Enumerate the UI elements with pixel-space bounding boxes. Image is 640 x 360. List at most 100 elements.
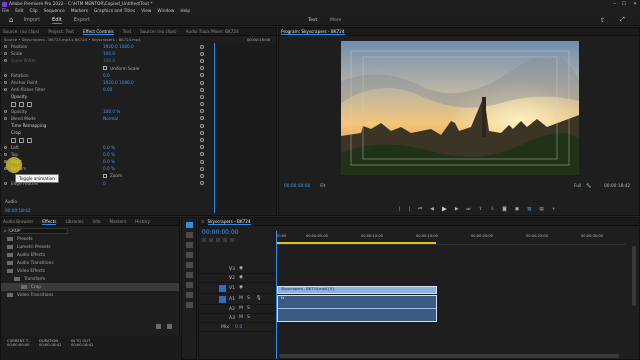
reset-icon[interactable]	[200, 181, 204, 186]
property-row[interactable]: Opacity	[1, 93, 211, 100]
safe-margins-icon[interactable]: ▣	[515, 207, 519, 212]
workspace-import[interactable]: Import	[23, 17, 40, 23]
close-button[interactable]: ✕	[633, 2, 637, 7]
extract-icon[interactable]: ⇩	[490, 207, 494, 212]
razor-tool-icon[interactable]	[185, 252, 193, 258]
ripple-edit-tool-icon[interactable]	[185, 242, 193, 248]
property-row[interactable]: Rotation 0.0	[1, 72, 211, 79]
reset-icon[interactable]	[200, 44, 204, 49]
property-value[interactable]: 0.0	[103, 73, 110, 78]
effects-tree-item[interactable]: Audio Transitions	[1, 259, 179, 267]
tab-effect-controls[interactable]: Effect Controls	[82, 29, 114, 35]
stopwatch-icon[interactable]	[4, 81, 7, 85]
stopwatch-icon[interactable]	[4, 88, 7, 92]
mute-icon[interactable]: M	[239, 296, 243, 301]
solo-icon[interactable]: S	[247, 306, 250, 311]
property-row[interactable]	[1, 136, 211, 143]
track-v2[interactable]: V2 ◉	[199, 274, 275, 283]
effects-search-input[interactable]	[8, 227, 69, 234]
pen-mask-icon[interactable]	[27, 137, 32, 143]
stopwatch-icon[interactable]	[4, 181, 7, 185]
export-frame-icon[interactable]: ◙	[502, 207, 506, 212]
stopwatch-icon[interactable]	[4, 73, 7, 77]
delete-icon[interactable]	[167, 324, 173, 329]
reset-icon[interactable]	[200, 58, 204, 63]
fullscreen-icon[interactable]: ⤢	[620, 16, 625, 24]
workspace-edit[interactable]: Edit	[52, 17, 62, 24]
track-select-tool-icon[interactable]	[185, 232, 193, 238]
tab-source-2[interactable]: Source: (no clips)	[140, 29, 176, 34]
property-row[interactable]: Time Remapping	[1, 122, 211, 129]
property-row[interactable]: Left 0.0 %	[1, 144, 211, 151]
reset-icon[interactable]	[200, 51, 204, 56]
property-row[interactable]: Uniform Scale	[1, 65, 211, 72]
property-row[interactable]: Blend Mode Normal	[1, 115, 211, 122]
stopwatch-icon[interactable]	[4, 109, 7, 113]
effects-tree-item[interactable]: Lumetri Presets	[1, 243, 179, 251]
property-value[interactable]: 0	[103, 181, 106, 186]
property-row[interactable]: Top 0.0 %	[1, 151, 211, 158]
property-row[interactable]: Anchor Point 1920.0 1080.0	[1, 79, 211, 86]
prev-frame-icon[interactable]: ◀	[430, 207, 434, 212]
solo-icon[interactable]: S	[247, 315, 250, 320]
property-row[interactable]: Scale Width 100.0	[1, 57, 211, 64]
property-value[interactable]: 0.0 %	[103, 166, 115, 171]
section-header[interactable]: Opacity	[11, 94, 27, 99]
reset-icon[interactable]	[200, 159, 204, 164]
track-a1[interactable]: A1 M S 🎙	[199, 294, 275, 305]
property-value[interactable]: 0.0 %	[103, 152, 115, 157]
mute-icon[interactable]: M	[239, 306, 243, 311]
reset-icon[interactable]	[200, 66, 204, 71]
menu-clip[interactable]: Clip	[30, 9, 38, 14]
snap-icon[interactable]	[209, 238, 213, 242]
close-sequence-icon[interactable]: ✕	[201, 219, 205, 224]
property-value[interactable]: 0.0 %	[103, 159, 115, 164]
tab-history[interactable]: History	[135, 219, 150, 224]
program-timecode-left[interactable]: 00:00:00:00	[284, 184, 310, 189]
solo-icon[interactable]: S	[247, 296, 250, 301]
effects-tree-item[interactable]: Transform	[1, 275, 179, 283]
property-row[interactable]: Position 1920.0 1080.0	[1, 43, 211, 50]
reset-icon[interactable]	[200, 123, 204, 128]
comparison-icon[interactable]: ▤	[539, 207, 543, 212]
rectangle-tool-icon[interactable]	[185, 282, 193, 288]
play-button[interactable]	[441, 206, 447, 212]
program-title[interactable]: Program: Skyscrapers - BK724	[281, 29, 345, 35]
mark-in-icon[interactable]: |	[399, 207, 401, 212]
tab-project[interactable]: Project: Text	[48, 29, 74, 34]
checkbox[interactable]	[103, 173, 107, 178]
workspace-more-label[interactable]: More	[330, 18, 341, 23]
timeline-settings-icon[interactable]	[230, 238, 234, 242]
stopwatch-icon[interactable]	[4, 152, 7, 156]
property-row[interactable]: Scale 100.0	[1, 50, 211, 57]
reset-icon[interactable]	[200, 102, 204, 107]
mark-out-icon[interactable]: |	[409, 207, 411, 212]
track-v1[interactable]: V1 ◉	[199, 283, 275, 294]
add-button-icon[interactable]: +	[552, 207, 556, 212]
reset-icon[interactable]	[200, 152, 204, 157]
property-row[interactable]: Anti-flicker Filter 0.00	[1, 86, 211, 93]
minimize-button[interactable]: ─	[613, 2, 616, 7]
home-icon[interactable]: ⌂	[9, 16, 13, 24]
menu-file[interactable]: File	[2, 9, 9, 14]
property-value-2[interactable]: 1080.0	[119, 44, 134, 49]
property-row[interactable]: Right0.0 %	[1, 158, 211, 165]
selection-tool-icon[interactable]	[185, 222, 193, 228]
audio-clip[interactable]: fx	[277, 295, 437, 322]
rectangle-mask-icon[interactable]	[19, 101, 24, 107]
stopwatch-icon[interactable]	[4, 59, 7, 63]
eye-icon[interactable]: ◉	[239, 266, 243, 271]
reset-icon[interactable]	[200, 109, 204, 114]
lift-icon[interactable]: ⇧	[479, 207, 483, 212]
pen-tool-icon[interactable]	[185, 272, 193, 278]
tab-audio-mixer[interactable]: Audio Track Mixer: BK724	[186, 29, 239, 34]
mute-icon[interactable]: M	[239, 315, 243, 320]
menu-markers[interactable]: Markers	[71, 9, 88, 14]
next-frame-icon[interactable]: ▶	[455, 207, 459, 212]
timeline-horizontal-scrollbar[interactable]	[279, 354, 619, 358]
step-back-icon[interactable]: ⏮	[418, 206, 422, 212]
property-value[interactable]: 1920.0	[103, 44, 118, 49]
linked-selection-icon[interactable]	[216, 238, 220, 242]
timeline-timecode[interactable]: 00:00:00:00	[202, 229, 239, 236]
stopwatch-icon[interactable]	[4, 145, 7, 149]
